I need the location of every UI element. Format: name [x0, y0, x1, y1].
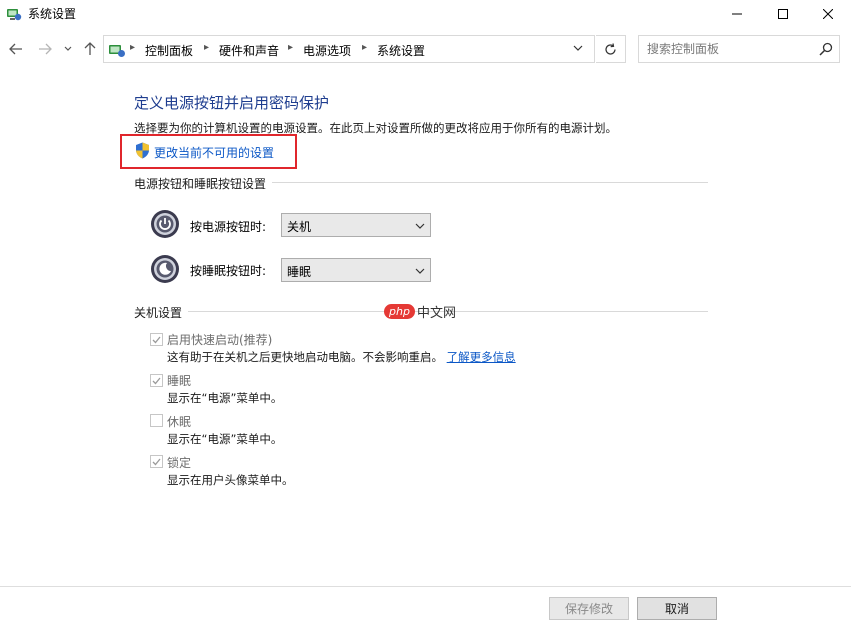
change-unavailable-settings-link[interactable]: 更改当前不可用的设置 [154, 144, 274, 161]
breadcrumb-separator: ▸ [204, 42, 210, 53]
shutdown-settings-heading: 关机设置 [134, 304, 189, 321]
up-arrow-icon [84, 42, 96, 55]
fast-startup-checkbox[interactable] [150, 333, 163, 346]
fast-startup-description-text: 这有助于在关机之后更快地启动电脑。不会影响重启。 [167, 350, 443, 364]
hibernate-option-label: 休眠 [167, 415, 192, 429]
sleep-option-label: 睡眠 [167, 374, 192, 388]
sleep-button-action-value: 睡眠 [287, 265, 312, 279]
power-button-action-select[interactable]: 关机 [281, 213, 431, 237]
lock-checkbox[interactable] [150, 455, 163, 468]
save-changes-button[interactable]: 保存修改 [549, 597, 629, 620]
minimize-button[interactable] [714, 0, 760, 28]
forward-button[interactable] [34, 38, 56, 60]
checkmark-icon [152, 336, 161, 343]
sleep-button-action-select[interactable]: 睡眠 [281, 258, 431, 282]
address-bar[interactable]: ▸ 控制面板 ▸ 硬件和声音 ▸ 电源选项 ▸ 系统设置 [103, 35, 595, 63]
search-input[interactable] [647, 41, 812, 57]
fast-startup-description: 这有助于在关机之后更快地启动电脑。不会影响重启。 了解更多信息 [167, 349, 516, 365]
watermark-badge: php [384, 304, 415, 319]
address-dropdown-button[interactable] [570, 40, 586, 56]
back-arrow-icon [9, 43, 22, 55]
power-buttons-heading: 电源按钮和睡眠按钮设置 [134, 175, 273, 192]
checkmark-icon [152, 377, 161, 384]
title-bar: 系统设置 [0, 0, 851, 28]
cancel-button[interactable]: 取消 [637, 597, 717, 620]
search-icon[interactable] [819, 42, 833, 56]
close-button[interactable] [805, 0, 851, 28]
back-button[interactable] [5, 38, 27, 60]
hibernate-option-description: 显示在“电源”菜单中。 [167, 432, 283, 446]
sleep-option-description: 显示在“电源”菜单中。 [167, 391, 283, 405]
power-button-icon [151, 210, 179, 238]
power-button-label: 按电源按钮时: [190, 220, 267, 234]
watermark-text: 中文网 [416, 306, 456, 321]
close-icon [823, 9, 833, 19]
hibernate-checkbox[interactable] [150, 414, 163, 427]
window-title: 系统设置 [28, 7, 77, 21]
footer-divider [0, 586, 851, 587]
maximize-button[interactable] [760, 0, 806, 28]
lock-option-label: 锁定 [167, 456, 192, 470]
power-button-action-value: 关机 [287, 220, 312, 234]
recent-pages-icon [64, 46, 72, 51]
lock-option-description: 显示在用户头像菜单中。 [167, 473, 294, 487]
breadcrumb-system-settings[interactable]: 系统设置 [377, 42, 425, 59]
watermark: php 中文网 [384, 302, 456, 322]
up-button[interactable] [79, 38, 101, 60]
checkmark-icon [152, 458, 161, 465]
sleep-button-icon [151, 255, 179, 283]
control-panel-icon [109, 45, 125, 57]
uac-shield-icon [136, 142, 149, 159]
chevron-down-icon [415, 223, 425, 229]
control-panel-icon [7, 9, 22, 21]
refresh-button[interactable] [596, 35, 626, 63]
sleep-checkbox[interactable] [150, 374, 163, 387]
search-box[interactable] [638, 35, 840, 63]
forward-arrow-icon [39, 43, 52, 55]
chevron-down-icon [573, 45, 583, 51]
maximize-icon [778, 9, 788, 19]
breadcrumb-power-options[interactable]: 电源选项 [303, 42, 351, 59]
breadcrumb-control-panel[interactable]: 控制面板 [145, 42, 193, 59]
breadcrumb-separator: ▸ [362, 42, 368, 53]
breadcrumb-separator: ▸ [130, 42, 136, 53]
fast-startup-label: 启用快速启动(推荐) [167, 333, 273, 347]
breadcrumb-separator: ▸ [288, 42, 294, 53]
page-title: 定义电源按钮并启用密码保护 [134, 94, 330, 112]
chevron-down-icon [415, 268, 425, 274]
minimize-icon [732, 13, 742, 15]
recent-pages-button[interactable] [60, 38, 76, 60]
refresh-icon [605, 42, 616, 55]
learn-more-link[interactable]: 了解更多信息 [447, 350, 516, 364]
breadcrumb-hardware-sound[interactable]: 硬件和声音 [219, 42, 279, 59]
sleep-button-label: 按睡眠按钮时: [190, 264, 267, 278]
